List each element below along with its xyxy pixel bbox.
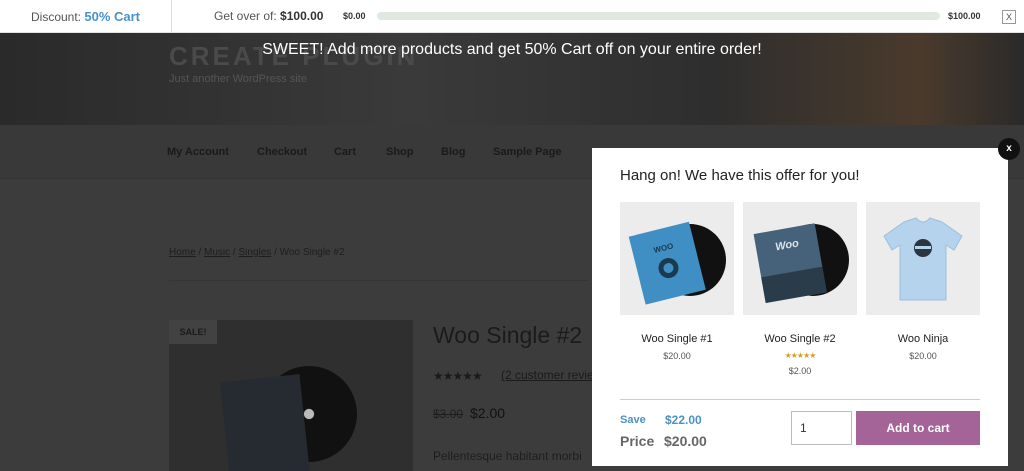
threshold-label: Get over of: — [214, 9, 277, 23]
discount-bar-close-button[interactable]: X — [1002, 10, 1016, 24]
product-title: Woo Single #2 — [433, 322, 583, 348]
product-description: Pellentesque habitant morbi — [433, 449, 582, 463]
popup-title: Hang on! We have this offer for you! — [620, 167, 860, 184]
breadcrumb-separator: / — [195, 247, 205, 258]
old-price: $3.00 — [433, 407, 464, 421]
popup-close-button[interactable]: x — [998, 138, 1020, 160]
nav-item-shop[interactable]: Shop — [386, 146, 414, 158]
offer-product-card[interactable]: Woo Ninja $20.00 — [866, 202, 980, 361]
breadcrumb-current: Woo Single #2 — [279, 247, 345, 258]
bundle-price-value: $20.00 — [664, 433, 707, 449]
t-shirt-icon — [883, 217, 963, 301]
discount-label: Discount: — [30, 10, 82, 24]
offer-product-name[interactable]: Woo Ninja — [866, 333, 980, 345]
offer-product-price: $2.00 — [788, 366, 812, 376]
rating-stars-icon: ★★★★★ — [433, 369, 483, 383]
breadcrumb: Home / Music / Singles / Woo Single #2 — [169, 247, 345, 258]
quantity-input[interactable] — [791, 411, 852, 445]
offer-product-price: $20.00 — [909, 351, 937, 361]
add-to-cart-button[interactable]: Add to cart — [856, 411, 980, 445]
discount-info: Discount: 50% Cart — [0, 0, 172, 33]
nav-item-checkout[interactable]: Checkout — [257, 146, 307, 158]
offer-product-name[interactable]: Woo Single #2 — [743, 333, 857, 345]
sale-price: $2.00 — [470, 405, 506, 421]
nav-item-sample-page[interactable]: Sample Page — [493, 146, 561, 158]
save-amount: $22.00 — [665, 413, 702, 427]
upsell-popup: Hang on! We have this offer for you! WOO… — [592, 148, 1008, 466]
site-tagline: Just another WordPress site — [169, 73, 307, 85]
offer-product-price: $20.00 — [663, 351, 691, 361]
discount-bar: Discount: 50% Cart Get over of: $100.00 … — [0, 0, 1024, 33]
offer-product-card[interactable]: WOO Woo Single #1 $20.00 — [620, 202, 734, 361]
save-label: Save — [620, 414, 646, 426]
breadcrumb-music[interactable]: Music — [204, 247, 230, 258]
threshold-info: Get over of: $100.00 — [214, 0, 323, 33]
album-sleeve-icon — [219, 374, 311, 471]
offer-product-card[interactable]: Woo Woo Single #2 ★★★★★ $2.00 — [743, 202, 857, 376]
site-header: CREATE PLUGIN Just another WordPress sit… — [0, 33, 1024, 125]
vinyl-single-icon: Woo — [753, 223, 849, 304]
breadcrumb-separator: / — [230, 247, 239, 258]
product-thumbnail[interactable]: Woo — [743, 202, 857, 315]
breadcrumb-separator: / — [271, 247, 280, 258]
divider — [620, 399, 980, 400]
sale-badge: SALE! — [169, 320, 217, 344]
bundle-price-label: Price — [620, 433, 655, 449]
progress-min-label: $0.00 — [343, 11, 366, 21]
promo-message: SWEET! Add more products and get 50% Car… — [262, 41, 762, 58]
progress-bar — [377, 12, 940, 20]
offer-product-name[interactable]: Woo Single #1 — [620, 333, 734, 345]
divider — [169, 280, 589, 281]
vinyl-single-icon: WOO — [628, 221, 726, 305]
nav-item-cart[interactable]: Cart — [334, 146, 356, 158]
discount-value: 50% Cart — [84, 9, 140, 24]
product-thumbnail[interactable]: WOO — [620, 202, 734, 315]
breadcrumb-singles[interactable]: Singles — [239, 247, 272, 258]
progress-max-label: $100.00 — [948, 11, 981, 21]
threshold-value: $100.00 — [280, 9, 324, 23]
product-thumbnail[interactable] — [866, 202, 980, 315]
rating-stars-icon: ★★★★★ — [784, 351, 817, 360]
nav-item-blog[interactable]: Blog — [441, 146, 465, 158]
nav-item-my-account[interactable]: My Account — [167, 146, 229, 158]
breadcrumb-home[interactable]: Home — [169, 247, 196, 258]
